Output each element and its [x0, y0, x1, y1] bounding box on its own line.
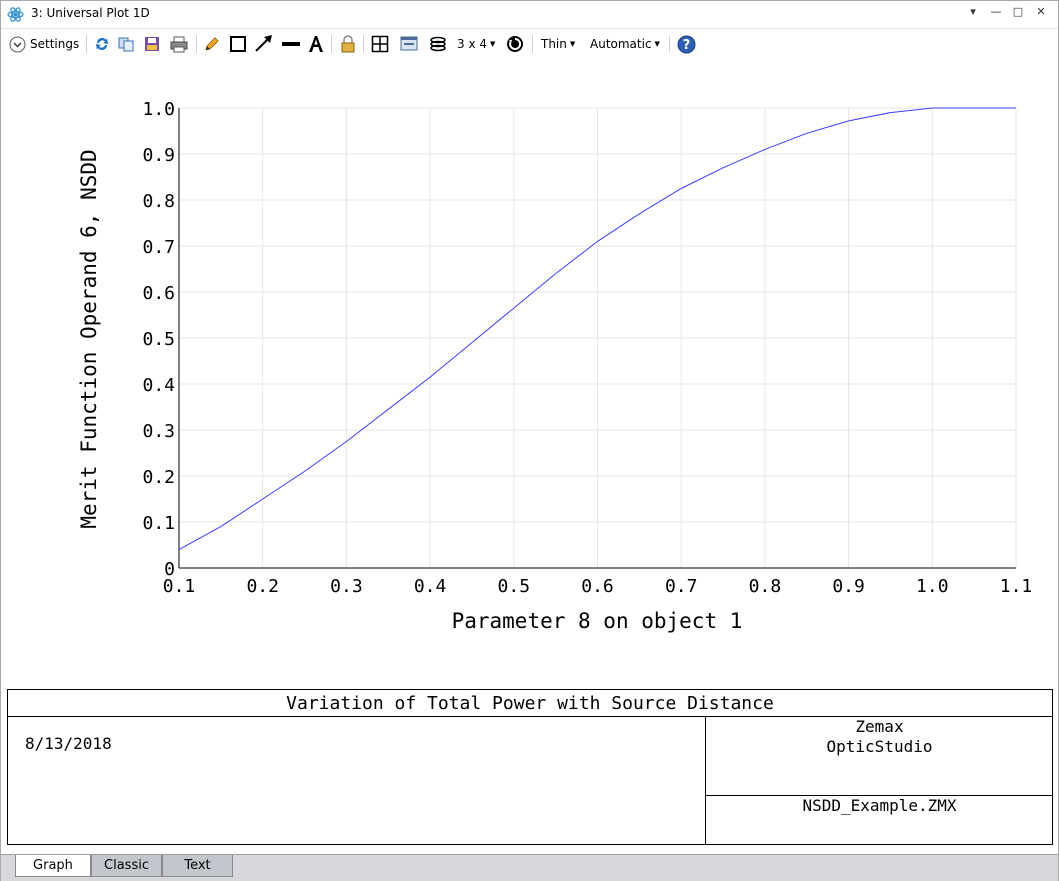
- company-cell: Zemax OpticStudio: [706, 716, 1053, 796]
- help-icon: ?: [677, 35, 696, 53]
- print-button[interactable]: [169, 33, 189, 55]
- dropdown-arrow-icon: ▼: [490, 40, 496, 48]
- rectangle-icon: [230, 36, 246, 52]
- grid-icon: [371, 35, 389, 53]
- x-tick-label: 0.3: [330, 576, 363, 597]
- x-tick-label: 0.4: [414, 576, 447, 597]
- title-block: Variation of Total Power with Source Dis…: [7, 689, 1053, 845]
- x-tick-label: 0.7: [665, 576, 698, 597]
- save-icon: [145, 37, 159, 51]
- y-tick-label: 0.1: [142, 513, 175, 534]
- draw-rectangle-button[interactable]: [229, 33, 247, 55]
- layers-icon: [430, 36, 446, 52]
- chevron-down-icon: [9, 36, 26, 52]
- refresh-button[interactable]: [93, 33, 111, 55]
- layout-label: 3 x 4: [457, 37, 487, 51]
- y-tick-label: 0.6: [142, 283, 175, 304]
- layers-button[interactable]: [428, 33, 448, 55]
- lock-button[interactable]: [339, 33, 357, 55]
- title-block-right: Zemax OpticStudio NSDD_Example.ZMX: [705, 716, 1053, 844]
- copy-icon: [118, 37, 134, 52]
- y-tick-label: 0.3: [142, 421, 175, 442]
- dropdown-arrow-icon: ▼: [654, 40, 660, 48]
- y-tick-label: 0.4: [142, 375, 175, 396]
- refresh-icon: [96, 37, 108, 50]
- toolbar: Settings 3 x 4 ▼ Thin ▼ Automatic ▼ ?: [1, 29, 1058, 59]
- title-bar: 3: Universal Plot 1D ▾ — □ ✕: [1, 1, 1058, 29]
- y-tick-label: 0.9: [142, 145, 175, 166]
- save-button[interactable]: [143, 33, 161, 55]
- grid-toggle-button[interactable]: [371, 33, 389, 55]
- timer-button[interactable]: [506, 33, 524, 55]
- close-button[interactable]: ✕: [1031, 5, 1051, 23]
- svg-text:?: ?: [683, 38, 691, 53]
- arrow-icon: [255, 35, 272, 52]
- draw-pencil-button[interactable]: [203, 33, 221, 55]
- y-tick-label: 0.7: [142, 237, 175, 258]
- lock-icon: [341, 35, 355, 53]
- plot-title: Variation of Total Power with Source Dis…: [8, 690, 1052, 717]
- window-title: 3: Universal Plot 1D: [31, 6, 150, 20]
- x-tick-label: 0.8: [749, 576, 782, 597]
- window-icon: [400, 36, 418, 51]
- maximize-button[interactable]: □: [1008, 5, 1028, 23]
- window-menu-button[interactable]: ▾: [963, 5, 983, 23]
- tab-bar: Graph Classic Text: [1, 854, 1058, 881]
- scale-label: Automatic: [590, 37, 652, 51]
- dropdown-arrow-icon: ▼: [569, 40, 576, 48]
- plot-date: 8/13/2018: [25, 734, 112, 753]
- draw-line-button[interactable]: [281, 33, 301, 55]
- window-options-button[interactable]: [399, 33, 419, 55]
- text-icon: [309, 36, 323, 52]
- y-tick-label: 0.5: [142, 329, 175, 350]
- line-icon: [282, 42, 300, 46]
- universal-plot-window: 3: Universal Plot 1D ▾ — □ ✕ Settings 3 …: [0, 0, 1059, 881]
- settings-button[interactable]: Settings: [9, 33, 79, 55]
- product-name: OpticStudio: [826, 737, 933, 756]
- company-name: Zemax: [855, 717, 904, 736]
- line-thickness-label: Thin: [541, 37, 567, 51]
- x-tick-label: 0.5: [498, 576, 531, 597]
- tab-classic[interactable]: Classic: [91, 855, 162, 877]
- clock-icon: [507, 36, 523, 52]
- minimize-button[interactable]: —: [986, 5, 1006, 23]
- line-thickness-dropdown[interactable]: Thin ▼: [541, 33, 575, 55]
- draw-arrow-button[interactable]: [254, 33, 274, 55]
- file-name: NSDD_Example.ZMX: [802, 796, 957, 815]
- settings-label: Settings: [30, 37, 80, 51]
- tab-text[interactable]: Text: [162, 855, 233, 877]
- scale-dropdown[interactable]: Automatic ▼: [590, 33, 660, 55]
- help-button[interactable]: ?: [677, 33, 696, 55]
- copy-button[interactable]: [117, 33, 135, 55]
- x-tick-label: 0.9: [832, 576, 865, 597]
- x-tick-label: 1.1: [1000, 576, 1033, 597]
- plot-area: 0.1 0.2 0.3 0.4 0.5 0.6 0.7 0.8 0.9 1.0 1.100.10.2…: [77, 99, 1033, 633]
- x-axis-label: Parameter 8 on object 1: [452, 609, 743, 633]
- y-tick-label: 0.2: [142, 467, 175, 488]
- y-tick-label: 0.8: [142, 191, 175, 212]
- pencil-icon: [205, 37, 219, 51]
- tab-graph[interactable]: Graph: [15, 855, 91, 877]
- print-icon: [170, 36, 188, 53]
- x-tick-label: 0.2: [246, 576, 279, 597]
- draw-text-button[interactable]: [307, 33, 325, 55]
- app-icon: [7, 7, 24, 22]
- y-tick-label: 1.0: [142, 99, 175, 120]
- y-tick-label: 0: [164, 559, 175, 580]
- x-tick-label: 0.6: [581, 576, 614, 597]
- y-axis-label: Merit Function Operand 6, NSDD: [77, 149, 101, 528]
- layout-dropdown[interactable]: 3 x 4 ▼: [457, 33, 495, 55]
- x-tick-label: 1.0: [916, 576, 949, 597]
